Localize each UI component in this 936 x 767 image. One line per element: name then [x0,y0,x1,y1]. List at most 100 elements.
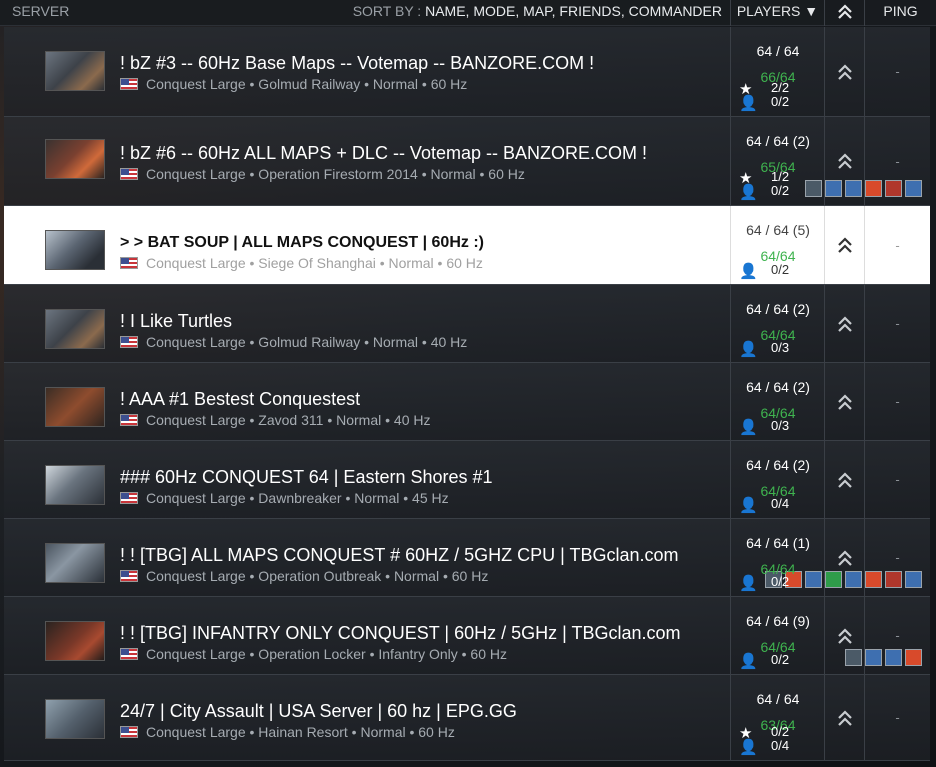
players-cell: 64 / 64 (2) 64/64 👤 0/3 [730,363,824,440]
server-name: > > BAT SOUP | ALL MAPS CONQUEST | 60Hz … [120,234,484,251]
double-chevron-icon [837,152,852,170]
us-flag-icon [120,726,138,738]
server-info: Conquest Large • Siege Of Shanghai • Nor… [120,255,483,271]
sort-name-option[interactable]: NAME, [425,3,469,19]
ping-cell: - [864,206,930,284]
server-row[interactable]: ! I Like Turtles Conquest Large • Golmud… [4,285,930,363]
spectator-icon: 👤 [739,575,758,592]
server-row[interactable]: ### 60Hz CONQUEST 64 | Eastern Shores #1… [4,441,930,519]
player-count: 64 / 64 (2) [746,301,810,317]
server-row[interactable]: ! ! [TBG] ALL MAPS CONQUEST # 60HZ / 5GH… [4,519,930,597]
double-chevron-icon [837,709,852,727]
us-flag-icon [120,570,138,582]
server-row[interactable]: ! ! [TBG] INFANTRY ONLY CONQUEST | 60Hz … [4,597,930,675]
players-cell: 64 / 64 63/64 ★ 0/2 👤 0/4 [730,675,824,760]
commander-slots: 1/2 [771,169,790,184]
server-info: Conquest Large • Dawnbreaker • Normal • … [120,490,449,506]
double-chevron-icon [837,471,852,489]
commander-slots: 0/2 [771,724,790,739]
spectator-slots: 0/3 [771,418,790,433]
spectator-icon: 👤 [739,184,758,201]
rank-cell [824,675,864,760]
map-thumbnail [45,465,105,505]
map-thumbnail [45,309,105,349]
server-row[interactable]: > > BAT SOUP | ALL MAPS CONQUEST | 60Hz … [4,206,930,285]
server-row[interactable]: 24/7 | City Assault | USA Server | 60 hz… [4,675,930,761]
server-name: 24/7 | City Assault | USA Server | 60 hz… [120,701,517,721]
map-thumbnail [45,387,105,427]
server-mode-map: Conquest Large • Golmud Railway • Normal… [146,334,468,350]
sort-ping-header[interactable]: PING [864,0,936,26]
spectator-slots: 0/2 [771,574,790,589]
server-info: Conquest Large • Operation Firestorm 201… [120,166,525,182]
ping-cell: - [864,597,930,674]
server-name: ### 60Hz CONQUEST 64 | Eastern Shores #1 [120,467,493,487]
spectator-slots: 0/2 [771,652,790,667]
sort-map-option[interactable]: MAP, [523,3,555,19]
us-flag-icon [120,648,138,660]
ping-cell: - [864,675,930,760]
server-mode-map: Conquest Large • Dawnbreaker • Normal • … [146,490,449,506]
double-chevron-icon [837,315,852,333]
sort-players-header[interactable]: PLAYERS ▼ [730,0,824,26]
sort-friends-option[interactable]: FRIENDS, [559,3,624,19]
player-count: 64 / 64 (2) [746,379,810,395]
sort-server-header[interactable]: SERVER [12,3,69,19]
us-flag-icon [120,492,138,504]
server-name: ! bZ #3 -- 60Hz Base Maps -- Votemap -- … [120,53,595,73]
players-cell: 64 / 64 (2) 64/64 👤 0/4 [730,441,824,518]
sort-mode-option[interactable]: MODE, [473,3,519,19]
spectator-slots: 0/4 [771,738,790,753]
commander-slots: 2/2 [771,80,790,95]
server-list: ! bZ #3 -- 60Hz Base Maps -- Votemap -- … [4,27,930,761]
ping-cell: - [864,519,930,596]
sort-by-label: SORT BY : [352,3,422,19]
server-mode-map: Conquest Large • Zavod 311 • Normal • 40… [146,412,431,428]
spectator-slots: 0/2 [771,94,790,109]
player-count: 64 / 64 [756,43,800,59]
server-row[interactable]: ! bZ #3 -- 60Hz Base Maps -- Votemap -- … [4,27,930,117]
server-row[interactable]: ! bZ #6 -- 60Hz ALL MAPS + DLC -- Votema… [4,117,930,206]
spectator-slots: 0/2 [771,262,790,277]
ping-cell: - [864,363,930,440]
ping-cell: - [864,27,930,116]
player-count: 64 / 64 (5) [746,222,810,238]
us-flag-icon [120,168,138,180]
server-name: ! I Like Turtles [120,311,233,331]
server-mode-map: Conquest Large • Siege Of Shanghai • Nor… [146,255,483,271]
server-info: Conquest Large • Operation Locker • Infa… [120,646,507,662]
ping-cell: - [864,441,930,518]
player-count: 64 / 64 [756,691,800,707]
us-flag-icon [120,336,138,348]
double-chevron-icon [837,627,852,645]
server-mode-map: Conquest Large • Golmud Railway • Normal… [146,76,468,92]
player-count: 64 / 64 (9) [746,613,810,629]
server-mode-map: Conquest Large • Operation Outbreak • No… [146,568,489,584]
server-row[interactable]: ! AAA #1 Bestest Conquestest Conquest La… [4,363,930,441]
double-chevron-icon [837,236,852,254]
players-cell: 64 / 64 (5) 64/64 👤 0/2 [730,206,824,284]
double-chevron-icon [837,393,852,411]
players-cell: 64 / 64 (1) 64/64 👤 0/2 [730,519,824,596]
double-chevron-icon [837,549,852,567]
us-flag-icon [120,414,138,426]
spectator-icon: 👤 [739,497,758,514]
sort-by-bar: SORT BY : NAME, MODE, MAP, FRIENDS, COMM… [353,3,722,19]
sort-rank-header[interactable] [824,0,864,26]
server-mode-map: Conquest Large • Hainan Resort • Normal … [146,724,455,740]
rank-cell [824,206,864,284]
spectator-slots: 0/2 [771,183,790,198]
double-chevron-icon [837,3,852,23]
spectator-slots: 0/3 [771,340,790,355]
players-cell: 64 / 64 (9) 64/64 👤 0/2 [730,597,824,674]
server-info: Conquest Large • Operation Outbreak • No… [120,568,488,584]
ping-cell: - [864,285,930,362]
map-thumbnail [45,230,105,270]
map-thumbnail [45,699,105,739]
server-mode-map: Conquest Large • Operation Locker • Infa… [146,646,507,662]
server-info: Conquest Large • Golmud Railway • Normal… [120,76,467,92]
server-name: ! bZ #6 -- 60Hz ALL MAPS + DLC -- Votema… [120,143,647,163]
sort-commander-option[interactable]: COMMANDER [629,3,722,19]
map-thumbnail [45,51,105,91]
player-count: 64 / 64 (2) [746,457,810,473]
